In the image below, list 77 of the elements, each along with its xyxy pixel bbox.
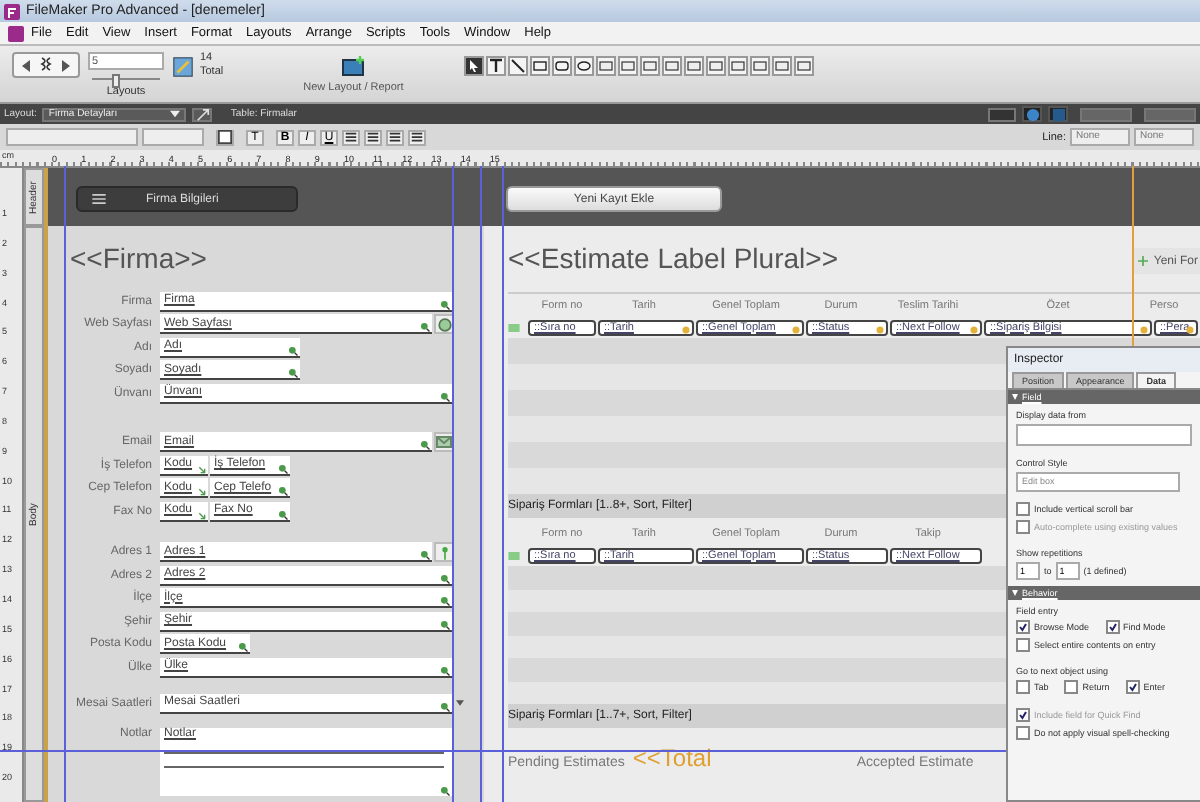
search-icon <box>238 642 248 653</box>
search-icon <box>278 509 288 520</box>
align-button[interactable] <box>386 129 404 145</box>
info-button[interactable] <box>1022 106 1042 122</box>
slide-tool-button[interactable] <box>771 56 792 76</box>
circle-icon <box>876 325 884 333</box>
arrow-icon <box>198 465 206 474</box>
display-data-field[interactable] <box>1016 424 1192 446</box>
arrow-icon <box>198 511 206 520</box>
search-icon <box>440 299 450 310</box>
circle-icon <box>1140 325 1148 333</box>
search-icon <box>440 665 450 676</box>
new-layout-icon <box>341 56 366 76</box>
portal-row-icon <box>508 551 520 559</box>
font-button[interactable] <box>1048 106 1068 122</box>
search-icon <box>288 368 298 379</box>
globe-button[interactable] <box>434 314 454 335</box>
align-button[interactable] <box>342 129 360 145</box>
circle-icon <box>792 325 800 333</box>
checkmark-icon <box>1127 682 1138 692</box>
fill-color-button[interactable] <box>216 129 234 145</box>
portal-tool-button[interactable] <box>705 56 726 76</box>
search-icon <box>440 573 450 584</box>
merge-tool-button[interactable] <box>793 56 814 76</box>
app-icon <box>4 3 20 19</box>
estimates-title: <<Estimate Label Plural>> <box>508 242 840 278</box>
search-icon <box>278 463 288 474</box>
search-icon <box>440 701 450 711</box>
theme-button[interactable] <box>988 107 1016 121</box>
btn-tool-button[interactable] <box>617 56 638 76</box>
search-icon <box>440 785 450 795</box>
manage-layouts-button[interactable] <box>192 107 213 121</box>
pin-icon <box>439 545 449 560</box>
caret-icon <box>170 110 181 118</box>
rrect-tool-button[interactable] <box>551 56 572 76</box>
text-tool-button[interactable] <box>485 56 506 76</box>
panel-tool-button[interactable] <box>727 56 748 76</box>
chart-tool-button[interactable] <box>683 56 704 76</box>
popover-tool-button[interactable] <box>749 56 770 76</box>
search-icon <box>420 322 430 333</box>
book-navigation-button[interactable] <box>12 52 80 78</box>
field-tool-button[interactable] <box>595 56 616 76</box>
checkmark-icon <box>1107 622 1118 632</box>
oval-tool-button[interactable] <box>573 56 594 76</box>
triangle-icon <box>1012 394 1018 400</box>
circle-icon <box>682 325 690 333</box>
notepad-icon <box>172 56 194 78</box>
search-icon <box>440 391 450 402</box>
web-tool-button[interactable] <box>661 56 682 76</box>
circle-icon <box>970 325 978 333</box>
pointer-tool-button[interactable] <box>463 56 484 76</box>
company-title: <<Firma>> <box>68 242 209 278</box>
search-icon <box>440 619 450 630</box>
tab-tool-button[interactable] <box>639 56 660 76</box>
plus-icon <box>1137 256 1148 266</box>
circle-icon <box>1186 325 1194 333</box>
email-button[interactable] <box>434 432 454 453</box>
search-icon <box>420 550 430 561</box>
checkmark-icon <box>1018 710 1028 720</box>
envelope-icon <box>436 436 452 449</box>
app-menu-icon[interactable] <box>8 25 24 41</box>
portal-row-icon <box>508 323 520 331</box>
align-button[interactable] <box>364 129 382 145</box>
search-icon <box>278 486 288 497</box>
search-icon <box>440 596 450 607</box>
rect-tool-button[interactable] <box>529 56 550 76</box>
line-tool-button[interactable] <box>507 56 528 76</box>
arrow-icon <box>198 488 206 497</box>
globe-icon <box>437 317 451 332</box>
triangle-icon <box>1012 590 1018 596</box>
caret-icon <box>456 699 464 705</box>
search-icon <box>420 440 430 451</box>
search-icon <box>288 345 298 356</box>
align-button[interactable] <box>408 129 426 145</box>
list-icon <box>92 194 106 204</box>
checkmark-icon <box>1018 622 1028 632</box>
map-pin-button[interactable] <box>434 542 454 563</box>
